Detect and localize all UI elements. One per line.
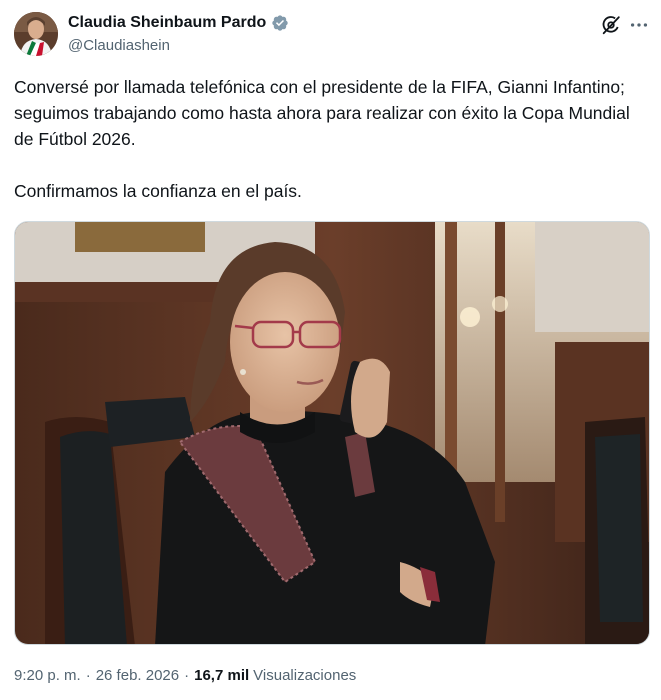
display-name[interactable]: Claudia Sheinbaum Pardo [68,14,266,32]
tweet-photo[interactable] [14,221,650,645]
separator: · [85,667,91,684]
views-count: 16,7 mil [194,667,250,684]
avatar[interactable] [14,12,58,56]
tweet-meta: 9:20 p. m. · 26 feb. 2026 · 16,7 mil Vis… [14,667,356,684]
name-row: Claudia Sheinbaum Pardo [68,14,289,32]
tweet-header: Claudia Sheinbaum Pardo @Claudiashein [14,10,650,60]
grok-icon[interactable] [600,14,622,36]
tweet-time[interactable]: 9:20 p. m. [14,667,81,684]
views-label: Visualizaciones [253,667,357,684]
more-options-icon[interactable] [628,14,650,36]
tweet-date[interactable]: 26 feb. 2026 [96,667,179,684]
tweet-text: Conversé por llamada telefónica con el p… [14,77,630,201]
verified-badge-icon [272,15,288,31]
separator: · [184,667,190,684]
author-handle[interactable]: @Claudiashein [68,37,170,54]
